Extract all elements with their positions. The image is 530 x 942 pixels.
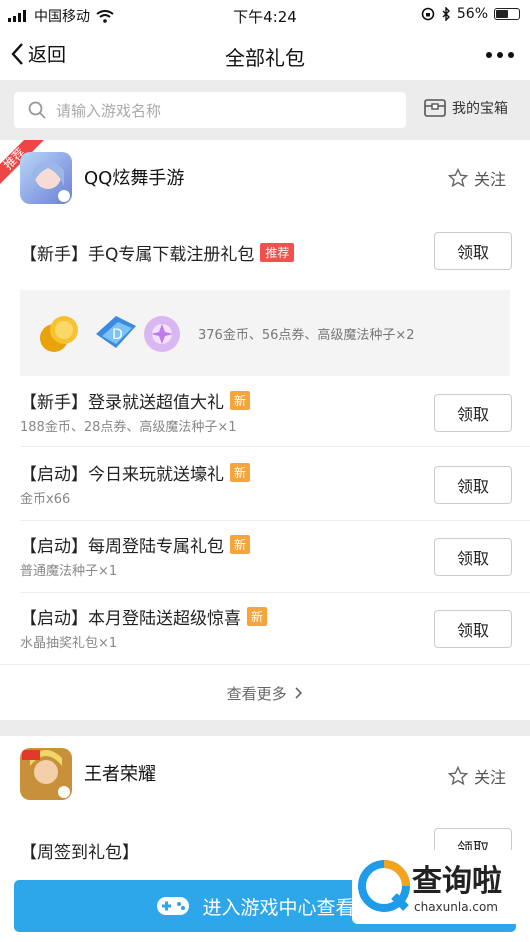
gold-coin-icon: [40, 316, 78, 352]
wzry-game-icon[interactable]: [20, 748, 72, 800]
gift-title-text: 【启动】每周登陆专属礼包: [20, 537, 224, 557]
battery-percent: 56%: [456, 6, 488, 22]
prize-preview: D 376金币、56点券、高级魔法种子×2: [20, 290, 510, 376]
gift-subtitle: 普通魔法种子×1: [20, 564, 118, 579]
prize-text: 376金币、56点券、高级魔法种子×2: [198, 328, 415, 343]
search-icon: [28, 101, 46, 119]
game-center-label: 进入游戏中心查看更: [202, 896, 374, 919]
gift-title: 【启动】今日来玩就送壕礼 新: [20, 460, 251, 485]
bluetooth-icon: [442, 7, 450, 21]
battery-icon: [494, 8, 520, 20]
watermark-domain: chaxunla.com: [414, 900, 498, 914]
battery-fill: [496, 10, 508, 18]
gift-subtitle: 水晶抽奖礼包×1: [20, 636, 118, 651]
status-bar: 中国移动 下午4:24 56%: [0, 0, 530, 30]
coupon-icon: D: [96, 316, 136, 348]
my-treasure-button[interactable]: 我的宝箱: [424, 98, 508, 118]
see-more-link[interactable]: 查看更多: [0, 683, 530, 704]
divider: [20, 592, 530, 593]
gift-subtitle: 金币x66: [20, 492, 71, 507]
search-bar: 请输入游戏名称 我的宝箱: [0, 80, 530, 140]
watermark-title: 查询啦: [412, 864, 502, 899]
see-more-label: 查看更多: [226, 685, 287, 703]
star-icon: [448, 168, 468, 188]
game-card-qqx5: 推荐 QQ炫舞手游 关注 【新手】手Q专属下载注册礼包 推荐 领取 D 376金…: [0, 140, 530, 720]
watermark-logo: [358, 860, 410, 912]
divider: [20, 446, 530, 447]
qqx5-game-icon[interactable]: [20, 152, 72, 204]
search-input[interactable]: 请输入游戏名称: [14, 92, 406, 128]
claim-button[interactable]: 领取: [434, 394, 512, 432]
game-name: QQ炫舞手游: [84, 168, 185, 189]
search-placeholder: 请输入游戏名称: [56, 101, 162, 120]
svg-text:D: D: [112, 327, 123, 343]
status-right: 56%: [421, 6, 520, 22]
new-badge: 新: [230, 463, 251, 482]
gift-title: 【周签到礼包】: [20, 843, 139, 863]
new-badge: 新: [247, 607, 268, 626]
recommend-badge: 推荐: [260, 243, 295, 262]
gift-title-text: 【新手】手Q专属下载注册礼包: [20, 245, 255, 265]
gift-title: 【启动】每周登陆专属礼包 新: [20, 532, 251, 557]
magic-seed-icon: [144, 316, 180, 352]
gamepad-icon: [157, 897, 190, 915]
gift-title: 【新手】手Q专属下载注册礼包 推荐: [20, 240, 295, 265]
divider: [0, 664, 530, 665]
claim-button[interactable]: 领取: [434, 610, 512, 648]
nav-bar: 返回 全部礼包: [0, 30, 530, 80]
follow-label: 关注: [474, 768, 507, 787]
gift-title: 【启动】本月登陆送超级惊喜 新: [20, 604, 268, 629]
gift-title-text: 【启动】本月登陆送超级惊喜: [20, 609, 241, 629]
chevron-right-icon: [295, 687, 303, 699]
game-name: 王者荣耀: [84, 764, 156, 785]
more-button[interactable]: [486, 52, 514, 58]
gift-title-text: 【新手】登录就送超值大礼: [20, 393, 224, 413]
gift-title-text: 【启动】今日来玩就送壕礼: [20, 465, 224, 485]
follow-button[interactable]: 关注: [448, 166, 506, 190]
watermark: 查询啦 chaxunla.com: [352, 850, 530, 924]
treasure-box-icon: [424, 99, 446, 117]
page-title: 全部礼包: [225, 46, 305, 70]
claim-button[interactable]: 领取: [434, 466, 512, 504]
new-badge: 新: [230, 535, 251, 554]
follow-button[interactable]: 关注: [448, 764, 506, 788]
follow-label: 关注: [474, 170, 507, 189]
claim-button[interactable]: 领取: [434, 232, 512, 270]
gift-title: 【新手】登录就送超值大礼 新: [20, 388, 251, 413]
gift-subtitle: 188金币、28点券、高级魔法种子×1: [20, 420, 237, 435]
lock-rotation-icon: [421, 7, 435, 21]
star-icon: [448, 766, 468, 786]
treasure-label: 我的宝箱: [452, 101, 508, 117]
new-badge: 新: [230, 391, 251, 410]
divider: [20, 520, 530, 521]
claim-button[interactable]: 领取: [434, 538, 512, 576]
